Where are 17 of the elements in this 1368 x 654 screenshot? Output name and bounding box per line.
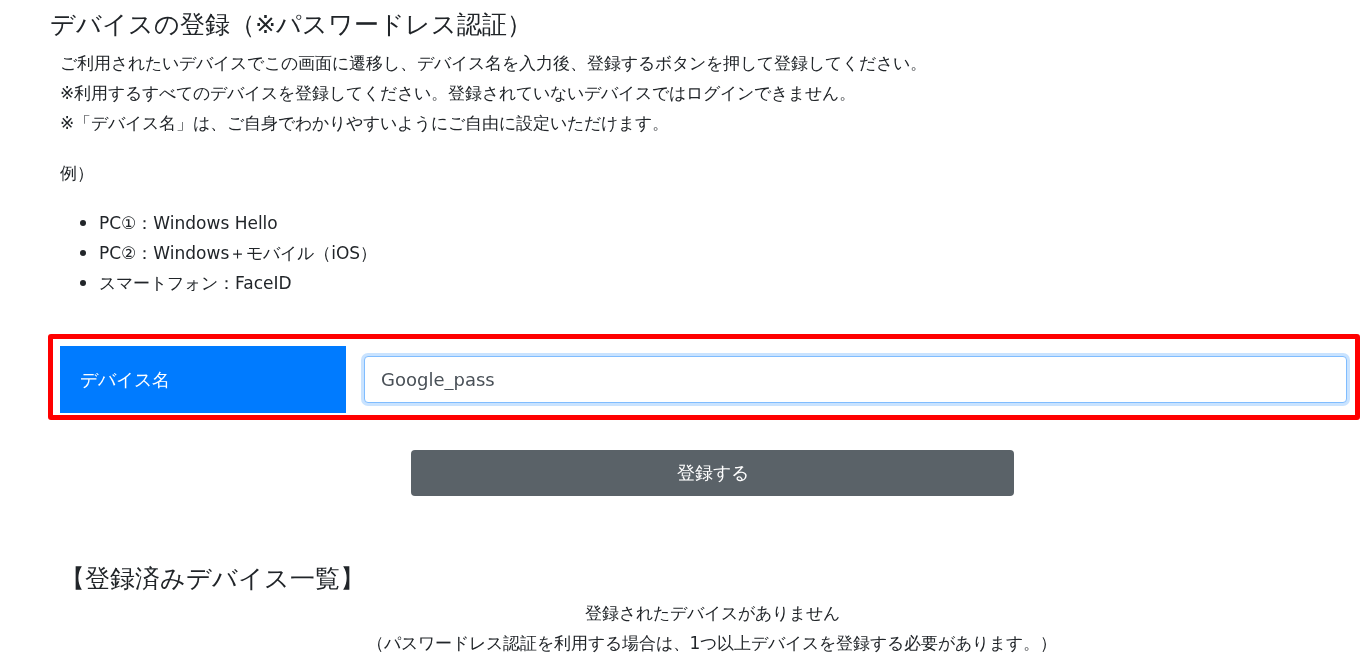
instruction-text: ※利用するすべてのデバイスを登録してください。登録されていないデバイスではログインできません。 xyxy=(60,82,858,105)
example-item: PC②：Windows＋モバイル（iOS） xyxy=(99,242,378,265)
empty-message: 登録されたデバイスがありません xyxy=(583,602,841,625)
page-title: デバイスの登録（※パスワードレス認証） xyxy=(50,9,533,41)
bullet-icon xyxy=(80,220,86,226)
example-label: 例） xyxy=(60,162,95,185)
register-button[interactable]: 登録する xyxy=(411,450,1014,496)
example-item: スマートフォン：FaceID xyxy=(99,272,292,295)
input-field[interactable]: Google_pass xyxy=(364,356,1347,403)
instruction-text: ※「デバイス名」は、ご自身でわかりやすいようにご自由に設定いただけます。 xyxy=(60,112,671,135)
example-item: PC①：Windows Hello xyxy=(99,212,278,235)
bullet-icon xyxy=(80,250,86,256)
empty-message: （パスワードレス認証を利用する場合は、1つ以上デバイスを登録する必要があります。） xyxy=(365,632,1059,654)
field-label: デバイス名 xyxy=(60,346,346,413)
instruction-text: ご利用されたいデバイスでこの画面に遷移し、デバイス名を入力後、登録するボタンを押して登録してください。 xyxy=(60,52,928,75)
bullet-icon xyxy=(80,280,86,286)
section-heading: 【登録済みデバイス一覧】 xyxy=(60,563,366,595)
